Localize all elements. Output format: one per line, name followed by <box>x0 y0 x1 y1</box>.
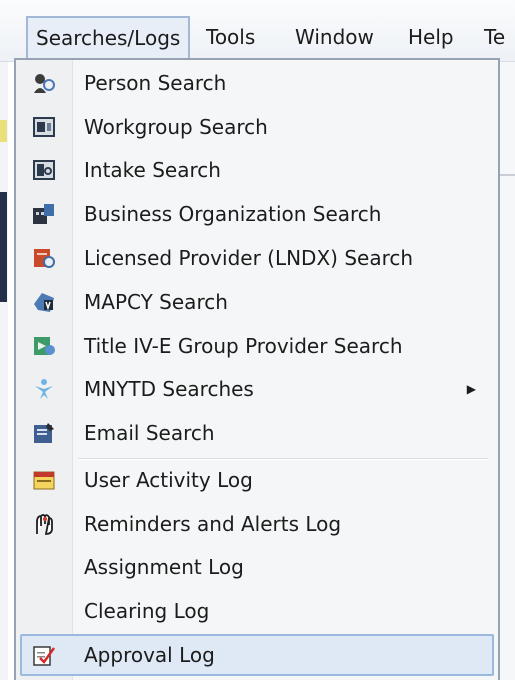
menu-help[interactable]: Help <box>400 16 462 58</box>
business-organization-icon <box>32 202 56 226</box>
mapcy-icon <box>32 290 56 314</box>
person-search-icon <box>32 71 56 95</box>
menu-tools[interactable]: Tools <box>198 16 263 58</box>
menu-searches-logs[interactable]: Searches/Logs <box>26 16 191 58</box>
menu-item-label: MNYTD Searches <box>84 377 254 401</box>
approval-log-icon <box>32 643 56 667</box>
background-window-edge <box>0 62 8 680</box>
menu-item-intake-search[interactable]: Intake Search <box>20 149 494 191</box>
licensed-provider-icon <box>32 246 56 270</box>
menu-item-label: Reminders and Alerts Log <box>84 512 342 536</box>
menu-item-title-ive-search[interactable]: Title IV-E Group Provider Search <box>20 325 494 367</box>
menu-item-label: Intake Search <box>84 158 221 182</box>
menu-truncated[interactable]: Te <box>476 16 513 58</box>
menu-item-business-organization-search[interactable]: Business Organization Search <box>20 193 494 235</box>
menu-item-mnytd-searches[interactable]: MNYTD Searches ▶ <box>20 368 494 410</box>
menu-item-label: Email Search <box>84 421 215 445</box>
menu-item-label: Title IV-E Group Provider Search <box>84 334 403 358</box>
searches-logs-dropdown: Person Search Workgroup Search Intake Se… <box>14 58 500 680</box>
workgroup-search-icon <box>32 115 56 139</box>
menu-item-person-search[interactable]: Person Search <box>20 62 494 104</box>
menu-item-label: User Activity Log <box>84 468 253 492</box>
menu-item-label: Clearing Log <box>84 599 210 623</box>
menu-item-mapcy-search[interactable]: MAPCY Search <box>20 281 494 323</box>
menu-window[interactable]: Window <box>287 16 382 58</box>
email-search-icon <box>32 421 56 445</box>
menu-item-label: Business Organization Search <box>84 202 382 226</box>
menu-item-label: Workgroup Search <box>84 115 268 139</box>
background-line <box>499 174 515 176</box>
menu-item-label: Approval Log <box>84 643 215 667</box>
submenu-arrow-icon: ▶ <box>466 382 476 396</box>
background-fragment <box>0 192 7 302</box>
menu-item-clearing-log[interactable]: Clearing Log <box>20 590 494 632</box>
mnytd-icon <box>32 377 56 401</box>
menu-item-label: MAPCY Search <box>84 290 228 314</box>
background-fragment <box>0 120 7 142</box>
menu-item-label: Person Search <box>84 71 227 95</box>
menu-item-label: Licensed Provider (LNDX) Search <box>84 246 414 270</box>
menu-item-label: Assignment Log <box>84 555 244 579</box>
menu-item-user-activity-log[interactable]: User Activity Log <box>20 459 494 501</box>
user-activity-log-icon <box>32 468 56 492</box>
menu-item-email-search[interactable]: Email Search <box>20 412 494 454</box>
menu-item-licensed-provider-search[interactable]: Licensed Provider (LNDX) Search <box>20 237 494 279</box>
menu-item-approval-log[interactable]: Approval Log <box>20 634 494 676</box>
menu-item-workgroup-search[interactable]: Workgroup Search <box>20 106 494 148</box>
menu-item-assignment-log[interactable]: Assignment Log <box>20 546 494 588</box>
title-ive-icon <box>32 334 56 358</box>
background-window-edge-right <box>499 62 515 680</box>
reminders-alerts-icon <box>32 512 56 536</box>
intake-search-icon <box>32 158 56 182</box>
menu-bar: Searches/Logs Tools Window Help Te <box>0 0 515 62</box>
menu-item-reminders-alerts-log[interactable]: Reminders and Alerts Log <box>20 503 494 545</box>
